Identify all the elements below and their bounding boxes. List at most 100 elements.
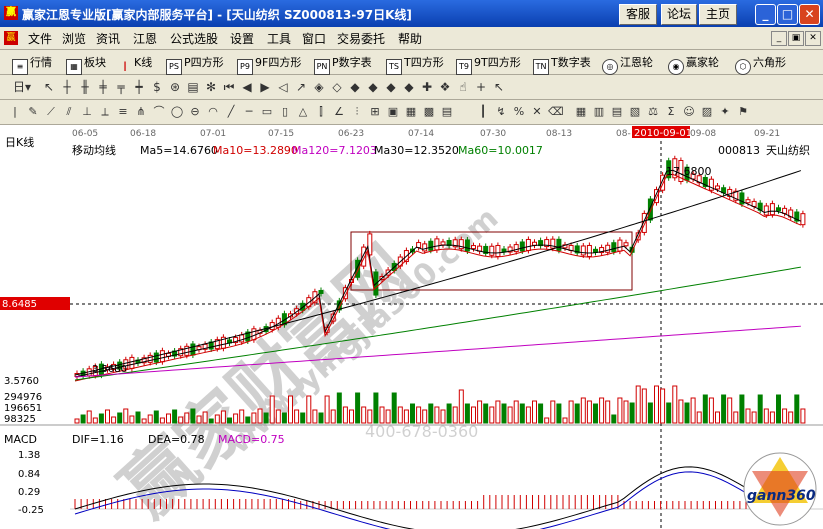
angle-tool-icon[interactable]: ∠: [332, 105, 346, 119]
winner-wheel-button[interactable]: ◉ 赢家轮: [668, 54, 719, 75]
app-menu-icon[interactable]: 赢: [4, 31, 18, 45]
t-number-table-button[interactable]: TN T数字表: [533, 54, 591, 75]
price-icon[interactable]: $: [150, 80, 164, 94]
diag-arrow-icon[interactable]: ↗: [294, 80, 308, 94]
menu-browse[interactable]: 浏览: [62, 30, 86, 47]
fib-tool-icon[interactable]: ⫿: [314, 105, 328, 119]
cursor-icon[interactable]: ↖: [42, 80, 56, 94]
9f-square-button[interactable]: P9 9F四方形: [237, 54, 301, 75]
scale-icon[interactable]: ⚖: [646, 105, 660, 119]
menu-settings[interactable]: 设置: [230, 30, 254, 47]
table-icon[interactable]: ▥: [592, 105, 606, 119]
chart-icon[interactable]: ▧: [628, 105, 642, 119]
left-diamond-icon[interactable]: ◆: [384, 80, 398, 94]
bars-icon[interactable]: ┃: [476, 105, 490, 119]
doc-icon[interactable]: ▨: [700, 105, 714, 119]
menu-trade[interactable]: 交易委托: [337, 30, 385, 47]
menu-help[interactable]: 帮助: [398, 30, 422, 47]
ohlc-icon[interactable]: ╤: [114, 80, 128, 94]
right-diamond-icon[interactable]: ◆: [402, 80, 416, 94]
calendar-icon[interactable]: ▦: [574, 105, 588, 119]
t-square-button[interactable]: TS T四方形: [386, 54, 444, 75]
kline-button[interactable]: ┃ K线: [118, 54, 153, 74]
menu-news[interactable]: 资讯: [96, 30, 120, 47]
box-tool-icon[interactable]: ▯: [278, 105, 292, 119]
zoom-in-icon[interactable]: ◈: [312, 80, 326, 94]
report-icon[interactable]: ▤: [610, 105, 624, 119]
rect-tool-icon[interactable]: ▭: [260, 105, 274, 119]
period-select[interactable]: 日▾: [10, 80, 34, 94]
sum-icon[interactable]: Σ: [664, 105, 678, 119]
p-square-button[interactable]: PS P四方形: [166, 54, 224, 75]
text-tool-icon[interactable]: |: [8, 105, 22, 119]
eraser-icon[interactable]: ⌫: [548, 105, 564, 119]
menu-formula[interactable]: 公式选股: [170, 30, 218, 47]
quotes-button[interactable]: ≡ 行情: [12, 54, 52, 75]
up-diamond-icon[interactable]: ◆: [348, 80, 362, 94]
gann-wheel-button[interactable]: ◎ 江恩轮: [602, 54, 653, 75]
crosshair-icon[interactable]: ┼: [60, 80, 74, 94]
chart-area[interactable]: 06-05 06-18 07-01 07-15 06-23 07-14 07-30 08-13…: [0, 125, 823, 529]
square-tool-icon[interactable]: ▣: [386, 105, 400, 119]
ellipse-tool-icon[interactable]: ⊖: [188, 105, 202, 119]
close-icon[interactable]: ✕: [799, 4, 820, 25]
cross-tool-icon[interactable]: ✕: [530, 105, 544, 119]
bar-style-icon[interactable]: ╪: [96, 80, 110, 94]
menu-gann[interactable]: 江恩: [133, 30, 157, 47]
grid-tool-icon[interactable]: ⊞: [368, 105, 382, 119]
circle-tool-icon[interactable]: ◯: [170, 105, 184, 119]
ray-tool-icon[interactable]: ⟋: [44, 105, 58, 119]
zigzag-icon[interactable]: ↯: [494, 105, 508, 119]
play-icon[interactable]: ▶: [258, 80, 272, 94]
star-icon[interactable]: ✦: [718, 105, 732, 119]
circles-icon[interactable]: ⊛: [168, 80, 182, 94]
arrow-cursor-icon[interactable]: ↖: [492, 80, 506, 94]
kline-style-icon[interactable]: ╫: [78, 80, 92, 94]
mdi-minimize-icon[interactable]: _: [771, 31, 787, 46]
pen-tool-icon[interactable]: ✎: [26, 105, 40, 119]
customer-service-button[interactable]: 客服: [619, 4, 657, 25]
multi-diamond-icon[interactable]: ❖: [438, 80, 452, 94]
blocks-button[interactable]: ▦ 板块: [66, 54, 106, 75]
kline-chart[interactable]: 06-05 06-18 07-01 07-15 06-23 07-14 07-30 08-13…: [0, 125, 823, 529]
hexagon-button[interactable]: ⬡ 六角形: [735, 54, 786, 75]
cycle-tool-icon[interactable]: ⌒: [152, 105, 166, 119]
forum-button[interactable]: 论坛: [661, 4, 697, 25]
p-number-table-button[interactable]: PN P数字表: [314, 54, 372, 75]
minimize-icon[interactable]: _: [755, 4, 776, 25]
user-icon[interactable]: ☺: [682, 105, 696, 119]
channel-tool-icon[interactable]: ≡: [116, 105, 130, 119]
maximize-icon[interactable]: □: [777, 4, 798, 25]
plus-diamond-icon[interactable]: ✚: [420, 80, 434, 94]
prev-icon[interactable]: ◀: [240, 80, 254, 94]
menu-window[interactable]: 窗口: [302, 30, 326, 47]
flag-icon[interactable]: ⚑: [736, 105, 750, 119]
grid-icon[interactable]: ▤: [186, 80, 200, 94]
down-diamond-icon[interactable]: ◆: [366, 80, 380, 94]
timezone-tool-icon[interactable]: ⫶: [350, 105, 364, 119]
menu-tools[interactable]: 工具: [267, 30, 291, 47]
gann-fan-icon[interactable]: ⋔: [134, 105, 148, 119]
left-arrow-icon[interactable]: ◁: [276, 80, 290, 94]
first-icon[interactable]: ⏮: [222, 80, 236, 94]
box-grid-icon[interactable]: ▤: [440, 105, 454, 119]
fan-tool-icon[interactable]: ⟂: [98, 105, 112, 119]
zoom-out-icon[interactable]: ◇: [330, 80, 344, 94]
mdi-restore-icon[interactable]: ▣: [788, 31, 804, 46]
percent-icon[interactable]: %: [512, 105, 526, 119]
hatch-tool-icon[interactable]: ▦: [404, 105, 418, 119]
gear-icon[interactable]: ✻: [204, 80, 218, 94]
fork-tool-icon[interactable]: ⊥: [80, 105, 94, 119]
line-tool-icon[interactable]: ╱: [224, 105, 238, 119]
arc-tool-icon[interactable]: ◠: [206, 105, 220, 119]
cross-icon[interactable]: +: [474, 80, 488, 94]
hline-tool-icon[interactable]: ─: [242, 105, 256, 119]
triangle-tool-icon[interactable]: △: [296, 105, 310, 119]
hand-icon[interactable]: ☝: [456, 80, 470, 94]
line-style-icon[interactable]: ┿: [132, 80, 146, 94]
parallel-tool-icon[interactable]: ⫽: [62, 105, 76, 119]
mdi-close-icon[interactable]: ✕: [805, 31, 821, 46]
9t-square-button[interactable]: T9 9T四方形: [456, 54, 521, 75]
home-button[interactable]: 主页: [699, 4, 737, 25]
mesh-tool-icon[interactable]: ▩: [422, 105, 436, 119]
